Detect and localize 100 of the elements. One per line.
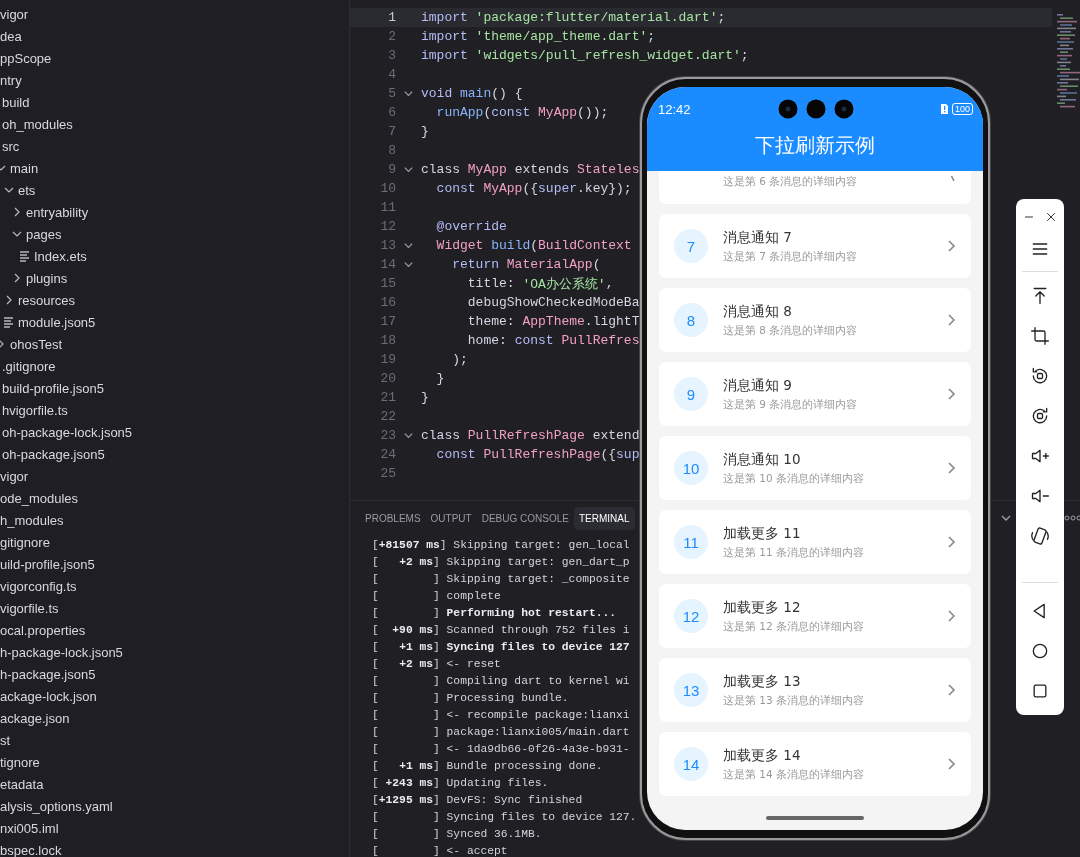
number-avatar: 12	[674, 599, 708, 633]
line-number: 5	[387, 86, 396, 101]
code-token: );	[451, 352, 468, 367]
tree-item[interactable]: uild-profile.json5	[0, 556, 95, 572]
tree-item[interactable]: etadata	[0, 776, 44, 792]
status-time: 12:42	[658, 101, 691, 117]
tree-item[interactable]: .gitignore	[2, 358, 56, 374]
code-token: import	[421, 10, 468, 25]
message-card[interactable]: 7 消息通知 7 这是第 7 条消息的详细内容	[659, 214, 971, 278]
panel-tab[interactable]: OUTPUT	[425, 506, 477, 530]
tree-item[interactable]: h-package.json5	[0, 666, 96, 682]
tree-item[interactable]: module.json5	[18, 314, 96, 330]
tree-item[interactable]: vigorfile.ts	[0, 600, 59, 616]
panel-tab[interactable]: TERMINAL	[573, 506, 635, 530]
fold-chevron-icon[interactable]	[403, 240, 414, 251]
code-token: home:	[466, 333, 508, 348]
line-number: 20	[379, 371, 396, 386]
terminal-line: [ +243 ms] Updating files.	[372, 776, 549, 791]
line-number: 24	[379, 447, 396, 462]
message-card[interactable]: 13 加载更多 13 这是第 13 条消息的详细内容	[659, 658, 971, 722]
tree-item[interactable]: ackage.json	[0, 710, 70, 726]
line-number: 18	[379, 333, 396, 348]
tree-item[interactable]: ackage-lock.json	[0, 688, 97, 704]
line-number: 10	[379, 181, 396, 196]
terminal-line: [ +2 ms] <- reset	[372, 657, 501, 672]
tree-item[interactable]: ode_modules	[0, 490, 79, 506]
code-token: PullRefreshPage	[467, 428, 585, 443]
code-token: const	[491, 105, 531, 120]
tree-item[interactable]: vigorconfig.ts	[0, 578, 77, 594]
message-card[interactable]: 12 加载更多 12 这是第 12 条消息的详细内容	[659, 584, 971, 648]
tree-item[interactable]: build	[2, 94, 30, 110]
tree-item[interactable]: ocal.properties	[0, 622, 86, 638]
line-number: 3	[387, 48, 396, 63]
tree-item[interactable]: entryability	[26, 204, 89, 220]
fold-chevron-icon[interactable]	[403, 164, 414, 175]
code-token: MyApp	[482, 181, 523, 196]
line-number: 19	[379, 352, 396, 367]
tree-item[interactable]: dea	[0, 28, 22, 44]
code-token: MaterialApp	[505, 257, 593, 272]
tree-item[interactable]: vigor	[0, 468, 29, 484]
sim-alert-icon	[939, 103, 949, 115]
line-number: 12	[379, 219, 396, 234]
ellipsis-icon[interactable]	[1064, 515, 1080, 521]
number-avatar: 13	[674, 673, 708, 707]
file-lines-icon	[18, 249, 32, 263]
tree-item[interactable]: st	[0, 732, 11, 748]
panel-tab[interactable]: PROBLEMS	[360, 506, 426, 530]
close-button[interactable]	[1044, 210, 1058, 224]
tree-item[interactable]: main	[10, 160, 39, 176]
tree-item[interactable]: h-package-lock.json5	[0, 644, 123, 660]
tree-item[interactable]: ntry	[0, 72, 22, 88]
number-avatar: 11	[674, 525, 708, 559]
line-number: 2	[387, 29, 396, 44]
message-subtitle: 这是第 8 条消息的详细内容	[723, 323, 859, 338]
terminal-line: [+81507 ms] Skipping target: gen_local	[372, 538, 630, 553]
message-card[interactable]: 8 消息通知 8 这是第 8 条消息的详细内容	[659, 288, 971, 352]
rotate-left-icon	[1030, 366, 1050, 386]
fold-chevron-icon[interactable]	[403, 259, 414, 270]
tree-item[interactable]: oh-package.json5	[2, 446, 105, 462]
tree-item[interactable]: hvigorfile.ts	[2, 402, 68, 418]
tree-item[interactable]: vigor	[0, 6, 29, 22]
tree-item[interactable]: tignore	[0, 754, 40, 770]
terminal-line: [ ] Syncing files to device 127.	[372, 810, 637, 825]
terminal-line: [ +1 ms] Bundle processing done.	[372, 759, 603, 774]
tree-item[interactable]: oh_modules	[2, 116, 73, 132]
tree-item[interactable]: ohosTest	[10, 336, 63, 352]
tree-item[interactable]: build-profile.json5	[2, 380, 104, 396]
tree-item[interactable]: nxi005.iml	[0, 820, 59, 836]
tree-item[interactable]: alysis_options.yaml	[0, 798, 113, 814]
panel-tab[interactable]: DEBUG CONSOLE	[476, 506, 574, 530]
code-token: }	[421, 124, 429, 139]
terminal-line: [ +2 ms] Skipping target: gen_dart_p	[372, 555, 630, 570]
tree-item[interactable]: pages	[26, 226, 62, 242]
code-token: build	[490, 238, 531, 253]
fold-chevron-icon[interactable]	[403, 88, 414, 99]
tree-item[interactable]: oh-package-lock.json5	[2, 424, 133, 440]
tree-item[interactable]: plugins	[26, 270, 68, 286]
fold-chevron-icon[interactable]	[403, 430, 414, 441]
line-number: 14	[379, 257, 396, 272]
message-subtitle: 这是第 12 条消息的详细内容	[723, 619, 866, 634]
tree-item[interactable]: ppScope	[0, 50, 52, 66]
message-title: 消息通知 10	[723, 450, 802, 469]
terminal-line: [ ] Compiling dart to kernel wi	[372, 674, 630, 689]
message-card[interactable]: 9 消息通知 9 这是第 9 条消息的详细内容	[659, 362, 971, 426]
tree-item[interactable]: bspec.lock	[0, 842, 62, 857]
message-card[interactable]: 10 消息通知 10 这是第 10 条消息的详细内容	[659, 436, 971, 500]
tree-item[interactable]: ets	[18, 182, 36, 198]
tree-item[interactable]: Index.ets	[34, 248, 87, 264]
code-token: return	[451, 257, 499, 272]
tree-item[interactable]: h_modules	[0, 512, 64, 528]
tree-item[interactable]: resources	[18, 292, 76, 308]
code-token: import	[421, 48, 468, 63]
message-card[interactable]: 14 加载更多 14 这是第 14 条消息的详细内容	[659, 732, 971, 796]
message-card[interactable]: 11 加载更多 11 这是第 11 条消息的详细内容	[659, 510, 971, 574]
tree-item[interactable]: gitignore	[0, 534, 50, 550]
message-subtitle: 这是第 13 条消息的详细内容	[723, 693, 866, 708]
line-number: 8	[387, 143, 396, 158]
code-token: ,	[605, 276, 614, 291]
tree-item[interactable]: src	[2, 138, 20, 154]
message-subtitle: 这是第 14 条消息的详细内容	[723, 767, 866, 782]
